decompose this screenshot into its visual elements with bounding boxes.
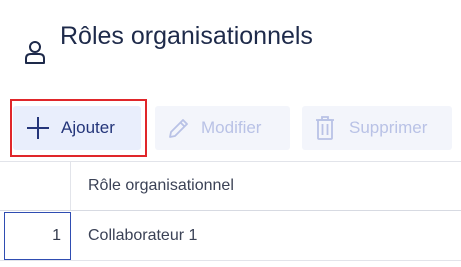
- roles-table: Rôle organisationnel 1 Collaborateur 1: [0, 161, 461, 261]
- delete-button-label: Supprimer: [349, 118, 428, 137]
- pencil-icon: [169, 119, 188, 138]
- table-row[interactable]: 1 Collaborateur 1: [0, 211, 461, 261]
- edit-button[interactable]: Modifier: [155, 106, 290, 150]
- add-button-label: Ajouter: [61, 118, 115, 137]
- edit-button-label: Modifier: [201, 118, 262, 137]
- delete-button[interactable]: Supprimer: [302, 106, 452, 150]
- table-header-row: Rôle organisationnel: [0, 161, 461, 211]
- row-number-cell[interactable]: 1: [4, 212, 71, 260]
- add-button[interactable]: Ajouter: [13, 106, 141, 150]
- plus-icon: [27, 117, 49, 139]
- role-cell[interactable]: Collaborateur 1: [71, 211, 197, 260]
- column-header-role[interactable]: Rôle organisationnel: [71, 162, 234, 210]
- trash-icon: [316, 116, 334, 140]
- person-icon: [22, 39, 48, 65]
- row-number-header: [0, 162, 71, 210]
- page-title: Rôles organisationnels: [60, 22, 313, 50]
- toolbar: Ajouter Modifier Supprimer: [0, 99, 461, 159]
- page-header: Rôles organisationnels: [22, 22, 320, 65]
